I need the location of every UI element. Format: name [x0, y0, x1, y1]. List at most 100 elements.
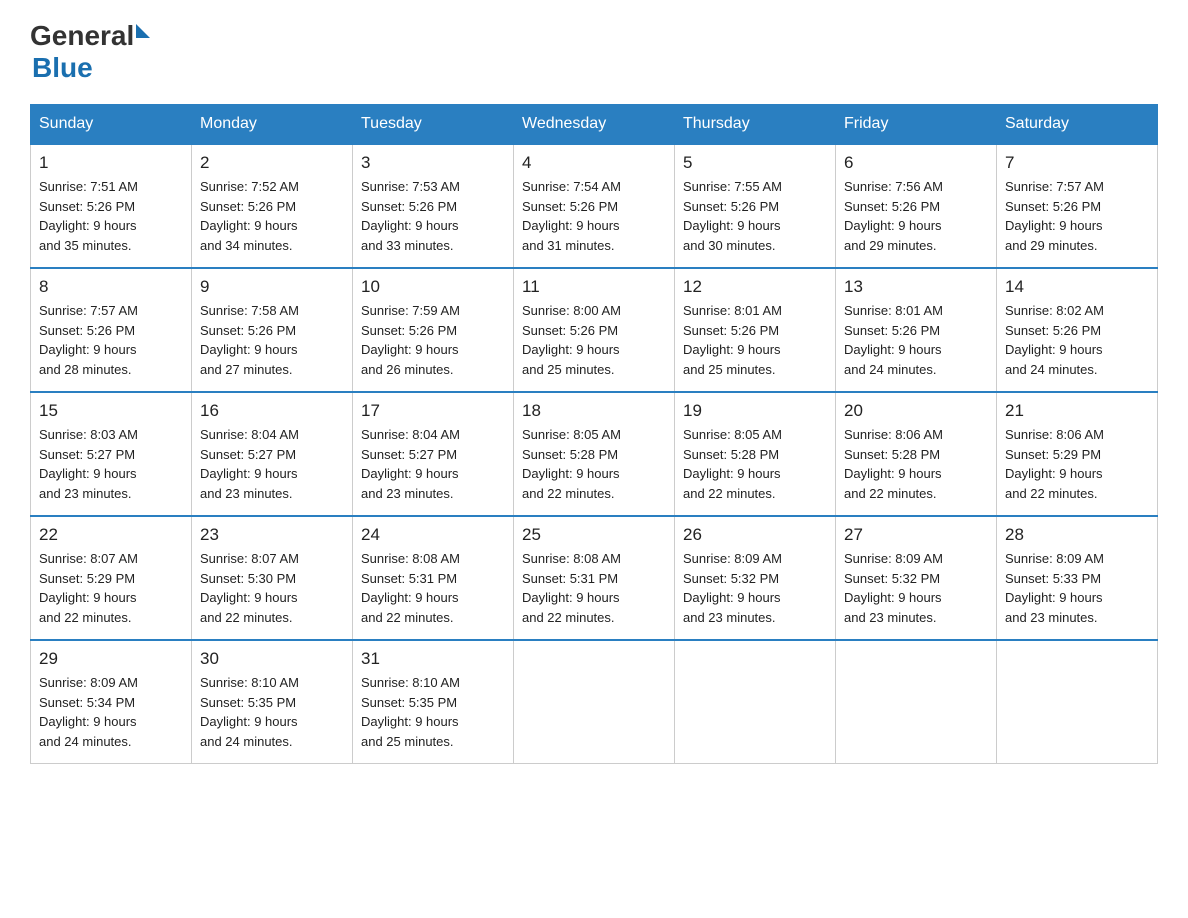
calendar-cell: 25Sunrise: 8:08 AMSunset: 5:31 PMDayligh…: [514, 516, 675, 640]
page-header: General Blue: [30, 20, 1158, 84]
calendar-week-row: 29 Sunrise: 8:09 AMSunset: 5:34 PMDayligh…: [31, 640, 1158, 764]
day-info: Sunrise: 8:06 AMSunset: 5:28 PMDaylight:…: [844, 425, 988, 503]
day-number: 25: [522, 525, 666, 545]
day-info: Sunrise: 7:57 AMSunset: 5:26 PMDaylight:…: [39, 301, 183, 379]
day-info: Sunrise: 8:00 AMSunset: 5:26 PMDaylight:…: [522, 301, 666, 379]
day-number: 22: [39, 525, 183, 545]
day-info: Sunrise: 7:57 AMSunset: 5:26 PMDaylight:…: [1005, 177, 1149, 255]
day-number: 4: [522, 153, 666, 173]
calendar-week-row: 8 Sunrise: 7:57 AMSunset: 5:26 PMDaylight…: [31, 268, 1158, 392]
calendar-cell: 14 Sunrise: 8:02 AMSunset: 5:26 PMDayligh…: [997, 268, 1158, 392]
day-info: Sunrise: 8:03 AMSunset: 5:27 PMDaylight:…: [39, 425, 183, 503]
calendar-cell: [675, 640, 836, 764]
day-number: 6: [844, 153, 988, 173]
logo-triangle-icon: [136, 24, 150, 38]
calendar-week-row: 1Sunrise: 7:51 AMSunset: 5:26 PMDaylight…: [31, 144, 1158, 268]
calendar-cell: 4 Sunrise: 7:54 AMSunset: 5:26 PMDaylight…: [514, 144, 675, 268]
logo-blue: Blue: [32, 52, 150, 84]
day-number: 28: [1005, 525, 1149, 545]
day-info: Sunrise: 8:07 AMSunset: 5:30 PMDaylight:…: [200, 549, 344, 627]
day-of-week-header: Friday: [836, 105, 997, 145]
day-info: Sunrise: 8:09 AMSunset: 5:33 PMDaylight:…: [1005, 549, 1149, 627]
day-info: Sunrise: 8:09 AMSunset: 5:32 PMDaylight:…: [844, 549, 988, 627]
calendar-week-row: 15 Sunrise: 8:03 AMSunset: 5:27 PMDayligh…: [31, 392, 1158, 516]
day-number: 7: [1005, 153, 1149, 173]
day-info: Sunrise: 8:08 AMSunset: 5:31 PMDaylight:…: [361, 549, 505, 627]
day-info: Sunrise: 7:53 AMSunset: 5:26 PMDaylight:…: [361, 177, 505, 255]
day-number: 23: [200, 525, 344, 545]
day-info: Sunrise: 8:05 AMSunset: 5:28 PMDaylight:…: [522, 425, 666, 503]
calendar-cell: [514, 640, 675, 764]
day-number: 12: [683, 277, 827, 297]
calendar-cell: 24Sunrise: 8:08 AMSunset: 5:31 PMDayligh…: [353, 516, 514, 640]
calendar-cell: 17Sunrise: 8:04 AMSunset: 5:27 PMDayligh…: [353, 392, 514, 516]
calendar-cell: 30Sunrise: 8:10 AMSunset: 5:35 PMDayligh…: [192, 640, 353, 764]
day-number: 2: [200, 153, 344, 173]
calendar-cell: 20 Sunrise: 8:06 AMSunset: 5:28 PMDayligh…: [836, 392, 997, 516]
calendar-cell: 28 Sunrise: 8:09 AMSunset: 5:33 PMDayligh…: [997, 516, 1158, 640]
day-info: Sunrise: 8:09 AMSunset: 5:34 PMDaylight:…: [39, 673, 183, 751]
day-number: 9: [200, 277, 344, 297]
calendar-cell: 2 Sunrise: 7:52 AMSunset: 5:26 PMDaylight…: [192, 144, 353, 268]
calendar-cell: 15 Sunrise: 8:03 AMSunset: 5:27 PMDayligh…: [31, 392, 192, 516]
day-number: 13: [844, 277, 988, 297]
calendar-cell: 3Sunrise: 7:53 AMSunset: 5:26 PMDaylight…: [353, 144, 514, 268]
day-number: 29: [39, 649, 183, 669]
day-number: 11: [522, 277, 666, 297]
calendar-cell: 13 Sunrise: 8:01 AMSunset: 5:26 PMDayligh…: [836, 268, 997, 392]
day-info: Sunrise: 8:04 AMSunset: 5:27 PMDaylight:…: [361, 425, 505, 503]
day-number: 10: [361, 277, 505, 297]
day-info: Sunrise: 8:04 AMSunset: 5:27 PMDaylight:…: [200, 425, 344, 503]
day-info: Sunrise: 8:07 AMSunset: 5:29 PMDaylight:…: [39, 549, 183, 627]
day-info: Sunrise: 7:59 AMSunset: 5:26 PMDaylight:…: [361, 301, 505, 379]
day-info: Sunrise: 7:52 AMSunset: 5:26 PMDaylight:…: [200, 177, 344, 255]
day-info: Sunrise: 8:05 AMSunset: 5:28 PMDaylight:…: [683, 425, 827, 503]
day-info: Sunrise: 8:10 AMSunset: 5:35 PMDaylight:…: [361, 673, 505, 751]
day-number: 27: [844, 525, 988, 545]
day-number: 1: [39, 153, 183, 173]
calendar-header-row: SundayMondayTuesdayWednesdayThursdayFrid…: [31, 105, 1158, 145]
day-of-week-header: Sunday: [31, 105, 192, 145]
day-number: 16: [200, 401, 344, 421]
calendar-cell: 31 Sunrise: 8:10 AMSunset: 5:35 PMDayligh…: [353, 640, 514, 764]
day-info: Sunrise: 8:09 AMSunset: 5:32 PMDaylight:…: [683, 549, 827, 627]
day-number: 15: [39, 401, 183, 421]
day-number: 18: [522, 401, 666, 421]
calendar-cell: 12 Sunrise: 8:01 AMSunset: 5:26 PMDayligh…: [675, 268, 836, 392]
logo: General Blue: [30, 20, 150, 84]
day-info: Sunrise: 8:01 AMSunset: 5:26 PMDaylight:…: [844, 301, 988, 379]
calendar-cell: [836, 640, 997, 764]
day-of-week-header: Thursday: [675, 105, 836, 145]
day-number: 5: [683, 153, 827, 173]
calendar-cell: 29 Sunrise: 8:09 AMSunset: 5:34 PMDayligh…: [31, 640, 192, 764]
day-number: 30: [200, 649, 344, 669]
day-number: 26: [683, 525, 827, 545]
calendar-cell: [997, 640, 1158, 764]
day-info: Sunrise: 7:55 AMSunset: 5:26 PMDaylight:…: [683, 177, 827, 255]
day-number: 14: [1005, 277, 1149, 297]
day-info: Sunrise: 7:54 AMSunset: 5:26 PMDaylight:…: [522, 177, 666, 255]
calendar-cell: 26 Sunrise: 8:09 AMSunset: 5:32 PMDayligh…: [675, 516, 836, 640]
calendar-cell: 7 Sunrise: 7:57 AMSunset: 5:26 PMDaylight…: [997, 144, 1158, 268]
calendar-cell: 9Sunrise: 7:58 AMSunset: 5:26 PMDaylight…: [192, 268, 353, 392]
day-info: Sunrise: 8:01 AMSunset: 5:26 PMDaylight:…: [683, 301, 827, 379]
calendar-cell: 1Sunrise: 7:51 AMSunset: 5:26 PMDaylight…: [31, 144, 192, 268]
calendar-cell: 21Sunrise: 8:06 AMSunset: 5:29 PMDayligh…: [997, 392, 1158, 516]
calendar-table: SundayMondayTuesdayWednesdayThursdayFrid…: [30, 104, 1158, 764]
day-number: 20: [844, 401, 988, 421]
calendar-cell: 16 Sunrise: 8:04 AMSunset: 5:27 PMDayligh…: [192, 392, 353, 516]
calendar-week-row: 22 Sunrise: 8:07 AMSunset: 5:29 PMDayligh…: [31, 516, 1158, 640]
calendar-cell: 27 Sunrise: 8:09 AMSunset: 5:32 PMDayligh…: [836, 516, 997, 640]
day-info: Sunrise: 8:02 AMSunset: 5:26 PMDaylight:…: [1005, 301, 1149, 379]
calendar-cell: 5 Sunrise: 7:55 AMSunset: 5:26 PMDaylight…: [675, 144, 836, 268]
calendar-cell: 22 Sunrise: 8:07 AMSunset: 5:29 PMDayligh…: [31, 516, 192, 640]
calendar-cell: 19Sunrise: 8:05 AMSunset: 5:28 PMDayligh…: [675, 392, 836, 516]
day-number: 8: [39, 277, 183, 297]
day-of-week-header: Tuesday: [353, 105, 514, 145]
day-of-week-header: Monday: [192, 105, 353, 145]
calendar-cell: 11 Sunrise: 8:00 AMSunset: 5:26 PMDayligh…: [514, 268, 675, 392]
day-number: 31: [361, 649, 505, 669]
calendar-cell: 8 Sunrise: 7:57 AMSunset: 5:26 PMDaylight…: [31, 268, 192, 392]
calendar-cell: 10 Sunrise: 7:59 AMSunset: 5:26 PMDayligh…: [353, 268, 514, 392]
day-info: Sunrise: 7:56 AMSunset: 5:26 PMDaylight:…: [844, 177, 988, 255]
